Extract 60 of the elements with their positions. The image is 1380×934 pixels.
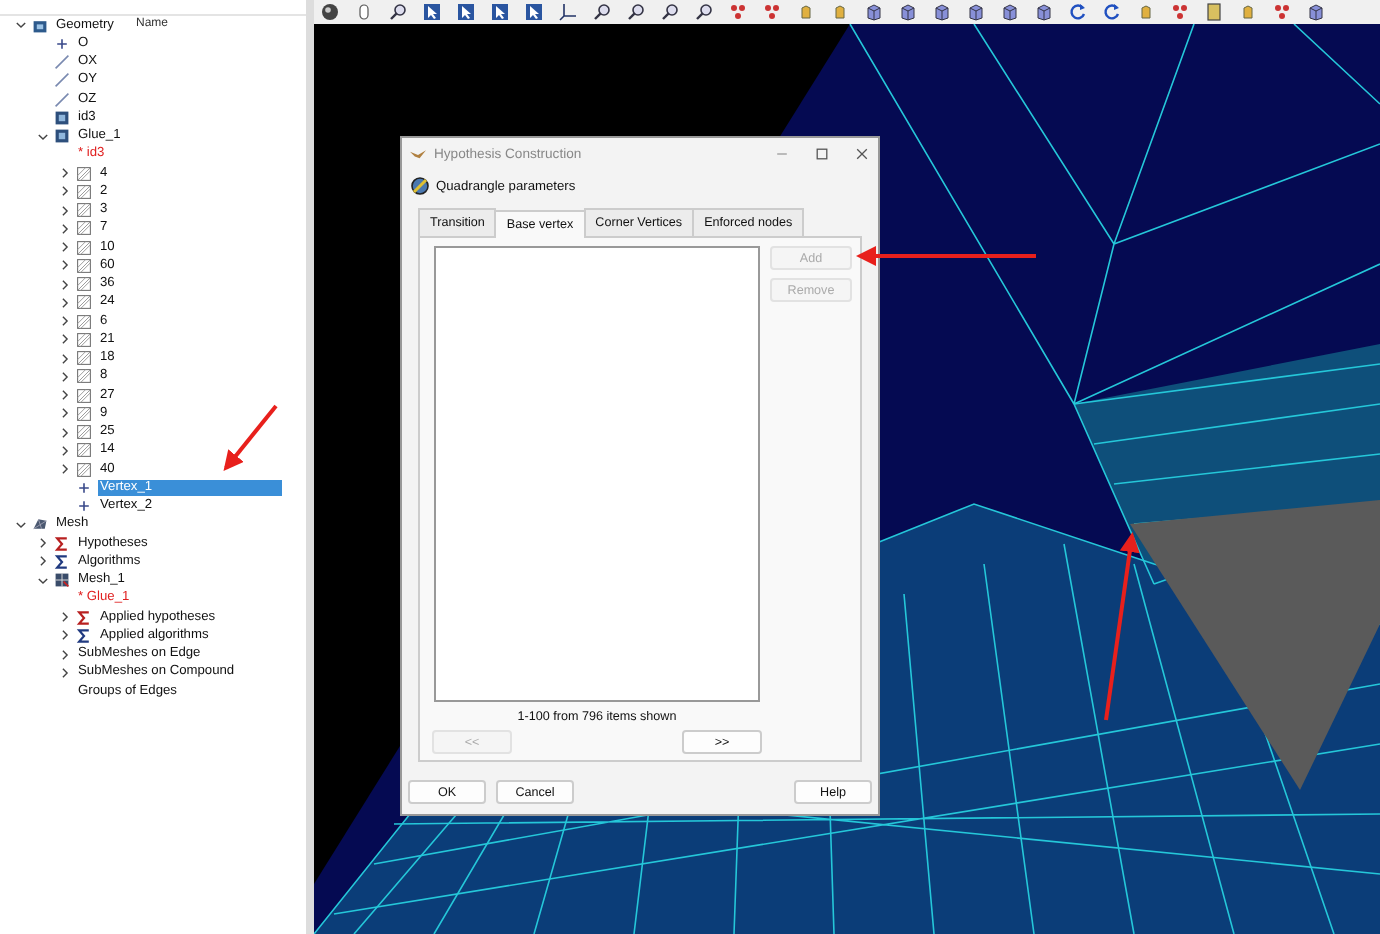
cube-icon[interactable] [966,2,986,22]
cursor-icon[interactable] [456,2,476,22]
expand-caret-icon[interactable] [58,628,72,643]
cursor-icon[interactable] [490,2,510,22]
cursor-icon[interactable] [422,2,442,22]
cube-icon[interactable] [864,2,884,22]
nodes-icon[interactable] [728,2,748,22]
expand-caret-icon[interactable] [58,443,72,458]
expand-caret-icon[interactable] [58,240,72,255]
collapse-caret-icon[interactable] [36,129,50,144]
expand-caret-icon[interactable] [58,647,72,662]
book-icon[interactable] [1204,2,1224,22]
cube-icon[interactable] [1034,2,1054,22]
cube-icon[interactable] [1306,2,1326,22]
expand-caret-icon[interactable] [58,203,72,218]
collapse-caret-icon[interactable] [36,573,50,588]
vertex-list[interactable] [434,246,760,702]
sphere-icon[interactable] [320,2,340,22]
maximize-icon[interactable] [814,146,830,162]
expand-caret-icon[interactable] [58,665,72,680]
nodes-icon[interactable] [762,2,782,22]
expand-caret-icon[interactable] [58,166,72,181]
collapse-caret-icon[interactable] [14,517,28,532]
expand-caret-icon[interactable] [58,184,72,199]
magnifier-icon[interactable] [626,2,646,22]
expand-caret-icon[interactable] [58,369,72,384]
close-icon[interactable] [854,146,870,162]
expand-caret-icon[interactable] [58,314,72,329]
expand-caret-icon[interactable] [58,406,72,421]
expand-caret-icon[interactable] [36,554,50,569]
mesh-icon [32,516,48,533]
cube-icon[interactable] [1000,2,1020,22]
expand-caret-icon[interactable] [58,258,72,273]
nodes-icon[interactable] [1272,2,1292,22]
cube-icon[interactable] [932,2,952,22]
expand-caret-icon[interactable] [58,351,72,366]
expand-caret-icon[interactable] [58,221,72,236]
magnifier-icon[interactable] [694,2,714,22]
arrow [223,404,278,472]
axes-icon[interactable] [558,2,578,22]
expand-caret-icon[interactable] [58,332,72,347]
magnifier-icon[interactable] [592,2,612,22]
magnifier-icon[interactable] [388,2,408,22]
nodes-icon[interactable] [1170,2,1190,22]
cube-icon [32,17,48,34]
expand-caret-icon[interactable] [58,388,72,403]
bird-icon [410,147,426,161]
expand-caret-icon[interactable] [58,610,72,625]
cursor-icon[interactable] [524,2,544,22]
expand-caret-icon[interactable] [58,295,72,310]
magnifier-icon[interactable] [660,2,680,22]
expand-caret-icon[interactable] [36,536,50,551]
collapse-caret-icon[interactable] [14,18,28,33]
mesh-icon [54,572,70,589]
expand-caret-icon[interactable] [58,277,72,292]
cube-icon[interactable] [898,2,918,22]
mouse-icon[interactable] [354,2,374,22]
expand-caret-icon[interactable] [58,425,72,440]
plus-icon [54,35,70,52]
expand-caret-icon[interactable] [58,462,72,477]
